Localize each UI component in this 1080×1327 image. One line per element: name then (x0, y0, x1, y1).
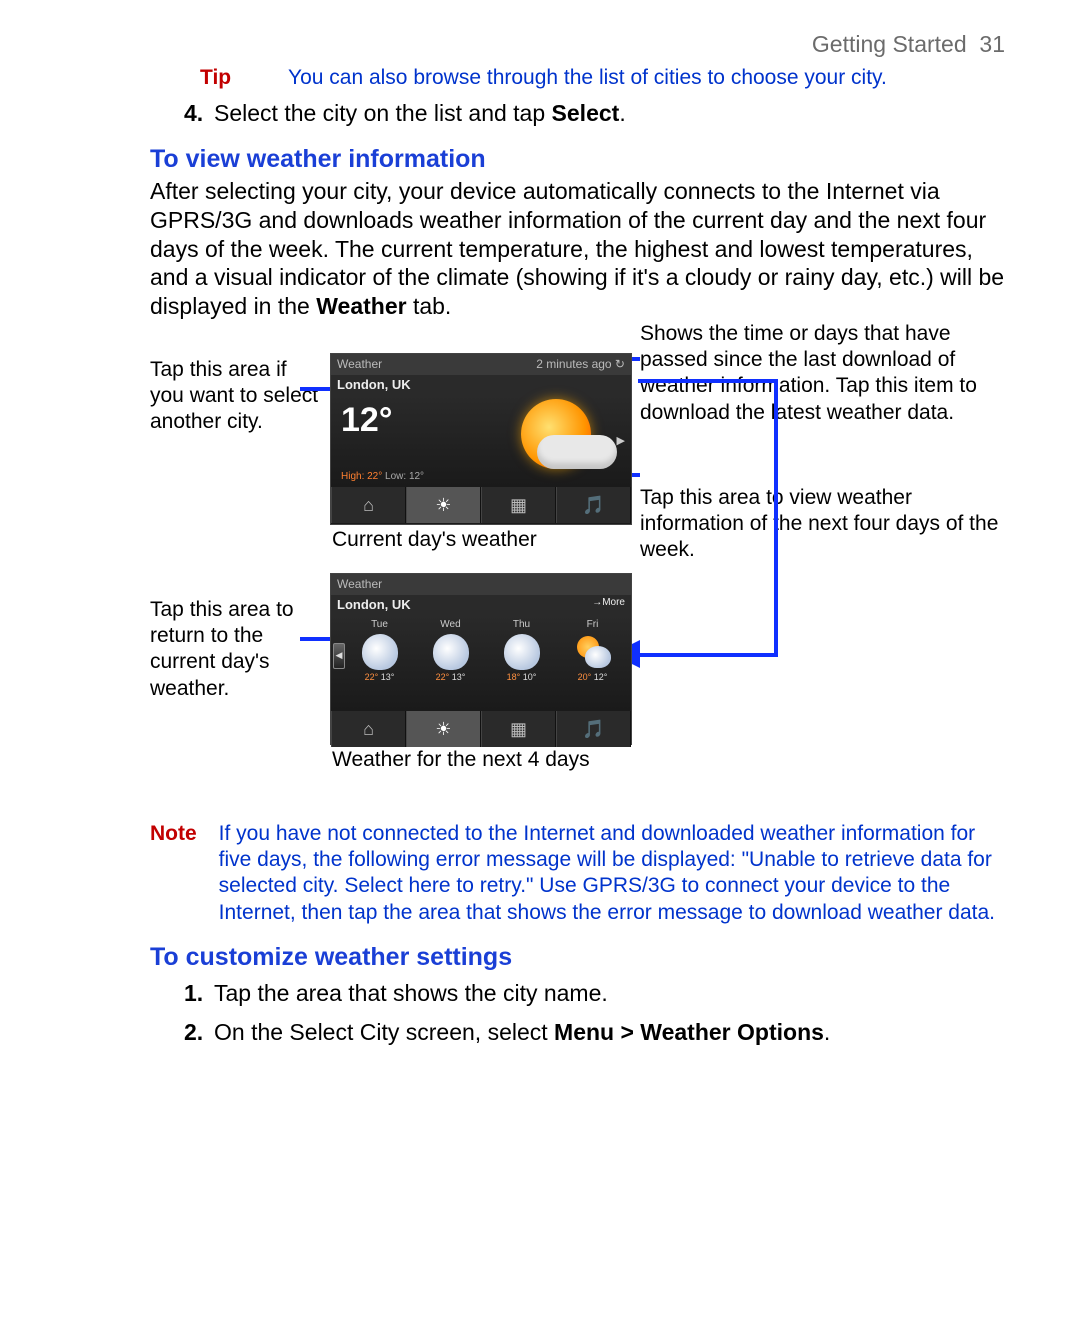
diagram-area: Tap this area if you want to select anot… (150, 327, 1005, 807)
hi-label: High: (341, 471, 367, 482)
hi-value: 22° (367, 471, 382, 482)
tab-home[interactable]: ⌂ (331, 711, 406, 747)
tab-apps[interactable]: ▦ (481, 711, 556, 747)
device-tabbar: ⌂ ☀ ▦ 🎵 (331, 487, 631, 523)
tip-label: Tip (200, 65, 260, 91)
leader-line (774, 379, 778, 657)
city-name: London, UK (337, 597, 411, 613)
day-hi: 22° (436, 672, 450, 682)
rain-icon (504, 634, 540, 670)
day-name: Fri (558, 617, 627, 632)
chevron-right-icon[interactable]: ▶ (617, 435, 625, 449)
device-titlebar: Weather 2 minutes ago ↻ (331, 354, 631, 375)
page-number: 31 (979, 31, 1005, 57)
tip-row: Tip You can also browse through the list… (200, 65, 1005, 91)
tab-home[interactable]: ⌂ (331, 487, 406, 523)
day-name: Wed (416, 617, 485, 632)
forecast-day: Wed 22° 13° (416, 617, 485, 709)
step-text-post: . (824, 1019, 830, 1045)
day-hi: 22° (365, 672, 379, 682)
day-lo: 12° (594, 672, 608, 682)
tab-apps[interactable]: ▦ (481, 487, 556, 523)
note-label: Note (150, 821, 197, 926)
city-bar[interactable]: London, UK (331, 375, 631, 395)
app-title: Weather (337, 357, 382, 372)
day-name: Thu (487, 617, 556, 632)
app-title: Weather (337, 577, 382, 592)
device-forecast: Weather London, UK →More ◀ Tue 22° 13° W… (330, 573, 632, 745)
step-1: 1. Tap the area that shows the city name… (184, 979, 1005, 1008)
manual-page: Getting Started 31 Tip You can also brow… (0, 0, 1080, 1327)
device-titlebar: Weather (331, 574, 631, 595)
para1-pre: After selecting your city, your device a… (150, 178, 1004, 319)
tab-weather[interactable]: ☀ (406, 711, 481, 747)
day-lo: 13° (452, 672, 466, 682)
paragraph-1: After selecting your city, your device a… (150, 177, 1005, 321)
step-text-post: . (619, 100, 625, 126)
day-hi: 20° (578, 672, 592, 682)
tip-text: You can also browse through the list of … (288, 65, 887, 91)
day-name: Tue (345, 617, 414, 632)
current-temp: 12° (341, 399, 392, 442)
high-low-temps: High: 22° Low: 12° (341, 471, 424, 484)
day-lo: 10° (523, 672, 537, 682)
heading-customize: To customize weather settings (150, 942, 1005, 973)
callout-left-2: Tap this area to return to the current d… (150, 597, 320, 702)
forecast-day: Tue 22° 13° (345, 617, 414, 709)
step-body: On the Select City screen, select Menu >… (214, 1018, 1005, 1047)
caption-current: Current day's weather (332, 527, 537, 553)
tab-weather[interactable]: ☀ (406, 487, 481, 523)
leader-line (638, 653, 778, 657)
para1-bold: Weather (316, 293, 406, 319)
day-lo: 13° (381, 672, 395, 682)
step-text-bold: Menu > Weather Options (554, 1019, 824, 1045)
section-name: Getting Started (812, 31, 967, 57)
step-number: 2. (184, 1018, 214, 1047)
back-handle[interactable]: ◀ (333, 643, 345, 669)
step-2: 2. On the Select City screen, select Men… (184, 1018, 1005, 1047)
callout-left-1: Tap this area if you want to select anot… (150, 357, 320, 436)
last-updated[interactable]: 2 minutes ago ↻ (536, 357, 625, 372)
device-tabbar: ⌂ ☀ ▦ 🎵 (331, 711, 631, 747)
callout-right-1: Shows the time or days that have passed … (640, 321, 1020, 426)
step-body: Select the city on the list and tap Sele… (214, 99, 1005, 128)
forecast-day: Thu 18° 10° (487, 617, 556, 709)
forecast-day: Fri 20° 12° (558, 617, 627, 709)
callout-right-2: Tap this area to view weather informatio… (640, 485, 1000, 564)
partly-sunny-icon (575, 634, 611, 670)
note-row: Note If you have not connected to the In… (150, 821, 1005, 926)
more-link[interactable]: →More (592, 597, 625, 613)
tab-music[interactable]: 🎵 (556, 487, 631, 523)
step-body: Tap the area that shows the city name. (214, 979, 1005, 1008)
step-number: 1. (184, 979, 214, 1008)
device-current-weather: Weather 2 minutes ago ↻ London, UK 12° ▶… (330, 353, 632, 525)
note-text: If you have not connected to the Interne… (219, 821, 1005, 926)
page-header: Getting Started 31 (150, 30, 1005, 59)
city-bar[interactable]: London, UK →More (331, 595, 631, 615)
cloud-icon (537, 435, 617, 469)
caption-forecast: Weather for the next 4 days (332, 747, 590, 773)
step-text-bold: Select (552, 100, 620, 126)
forecast-row[interactable]: ◀ Tue 22° 13° Wed 22° 13° Thu 18° 10° (331, 615, 631, 711)
rain-icon (362, 634, 398, 670)
tab-music[interactable]: 🎵 (556, 711, 631, 747)
weather-main[interactable]: 12° ▶ High: 22° Low: 12° (331, 395, 631, 487)
para1-post: tab. (407, 293, 452, 319)
day-hi: 18° (507, 672, 521, 682)
leader-line (638, 379, 778, 383)
lo-label: Low: (382, 471, 409, 482)
heading-view-weather: To view weather information (150, 144, 1005, 175)
step-text-pre: Select the city on the list and tap (214, 100, 552, 126)
step-text-pre: On the Select City screen, select (214, 1019, 554, 1045)
step-4: 4. Select the city on the list and tap S… (184, 99, 1005, 128)
steps-list: 1. Tap the area that shows the city name… (184, 979, 1005, 1047)
lo-value: 12° (409, 471, 424, 482)
rain-icon (433, 634, 469, 670)
city-name: London, UK (337, 377, 411, 393)
step-number: 4. (184, 99, 214, 128)
